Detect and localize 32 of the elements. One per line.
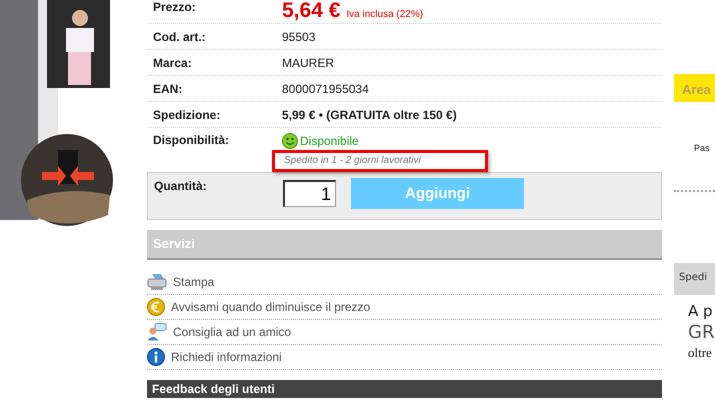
- quantity-field[interactable]: 1: [283, 180, 336, 207]
- info-icon: [147, 348, 165, 366]
- field-value: MAURER: [282, 56, 334, 70]
- section-header: Feedback degli utenti: [147, 380, 662, 398]
- vat-note: Iva inclusa (22%): [346, 9, 424, 20]
- sidebar-header: Spedi: [674, 263, 715, 295]
- field-label: Marca:: [152, 56, 193, 70]
- service-link[interactable]: Stampa: [173, 275, 214, 289]
- promo-text: A p: [688, 301, 714, 321]
- promo-text: GR: [688, 321, 715, 345]
- euro-coin-icon: [147, 298, 165, 316]
- field-label: Spedizione:: [152, 108, 222, 122]
- field-label: Disponibilità:: [152, 133, 230, 147]
- field-value: 8000071955034: [282, 82, 369, 96]
- availability-status: Disponibile: [300, 134, 359, 148]
- shipping-time-note: Spedito in 1 - 2 giorni lavorativi: [272, 150, 488, 172]
- price: 5,64 €: [282, 0, 340, 22]
- service-link[interactable]: Consiglia ad un amico: [173, 325, 292, 339]
- field-label: Prezzo:: [152, 0, 197, 14]
- smiley-icon: [282, 133, 298, 149]
- sidebar-header: Area: [674, 74, 715, 102]
- promo-text: oltre: [688, 345, 713, 361]
- service-link[interactable]: Avvisami quando diminuisce il prezzo: [171, 300, 370, 314]
- service-link[interactable]: Richiedi informazioni: [171, 350, 282, 364]
- field-label: Cod. art.:: [152, 30, 207, 44]
- printer-icon: [147, 273, 167, 291]
- field-label: EAN:: [152, 82, 184, 96]
- field-value: 5,99 € • (GRATUITA oltre 150 €): [282, 108, 457, 122]
- quantity-label: Quantità:: [153, 179, 208, 193]
- field-value: 95503: [282, 30, 316, 44]
- sidebar-text: Pas: [694, 143, 711, 153]
- user-chat-icon: [147, 323, 167, 341]
